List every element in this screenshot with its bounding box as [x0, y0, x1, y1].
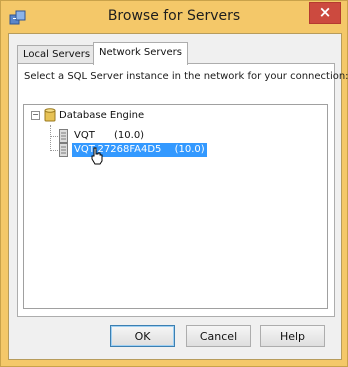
collapse-expander[interactable]: − — [31, 111, 40, 120]
tab-local-servers[interactable]: Local Servers — [17, 45, 97, 64]
server-version: (10.0) — [114, 130, 145, 141]
close-icon: × — [318, 3, 332, 21]
database-icon — [44, 108, 56, 122]
hand-pointer-icon — [91, 147, 103, 165]
server-icon — [59, 129, 68, 143]
server-name: VQT — [74, 130, 95, 141]
close-button[interactable]: × — [309, 2, 341, 24]
server-tree[interactable]: − Database Engine VQT (10.0) VQT-27268FA… — [23, 104, 328, 309]
dialog-body: Local Servers Network Servers Select a S… — [8, 33, 348, 360]
tab-network-servers[interactable]: Network Servers — [93, 42, 188, 65]
instructions-text: Select a SQL Server instance in the netw… — [24, 71, 348, 82]
server-icon — [59, 143, 68, 157]
ok-button[interactable]: OK — [110, 325, 175, 347]
cancel-button[interactable]: Cancel — [186, 325, 251, 347]
window-title: Browse for Servers — [107, 8, 241, 24]
tree-connector — [50, 125, 51, 151]
tree-item-vqt[interactable]: VQT (10.0) — [74, 129, 144, 143]
server-version: (10.0) — [174, 144, 205, 155]
title-bar[interactable]: Browse for Servers × — [1, 1, 347, 33]
tree-connector — [50, 150, 58, 151]
tab-panel: Select a SQL Server instance in the netw… — [17, 63, 348, 317]
help-button[interactable]: Help — [260, 325, 325, 347]
server-name: VQT-27268FA4D5 — [74, 144, 162, 155]
tree-connector — [50, 136, 58, 137]
browse-for-servers-dialog: Browse for Servers × Local Servers Netwo… — [0, 0, 348, 367]
tree-root-database-engine[interactable]: Database Engine — [59, 109, 144, 123]
